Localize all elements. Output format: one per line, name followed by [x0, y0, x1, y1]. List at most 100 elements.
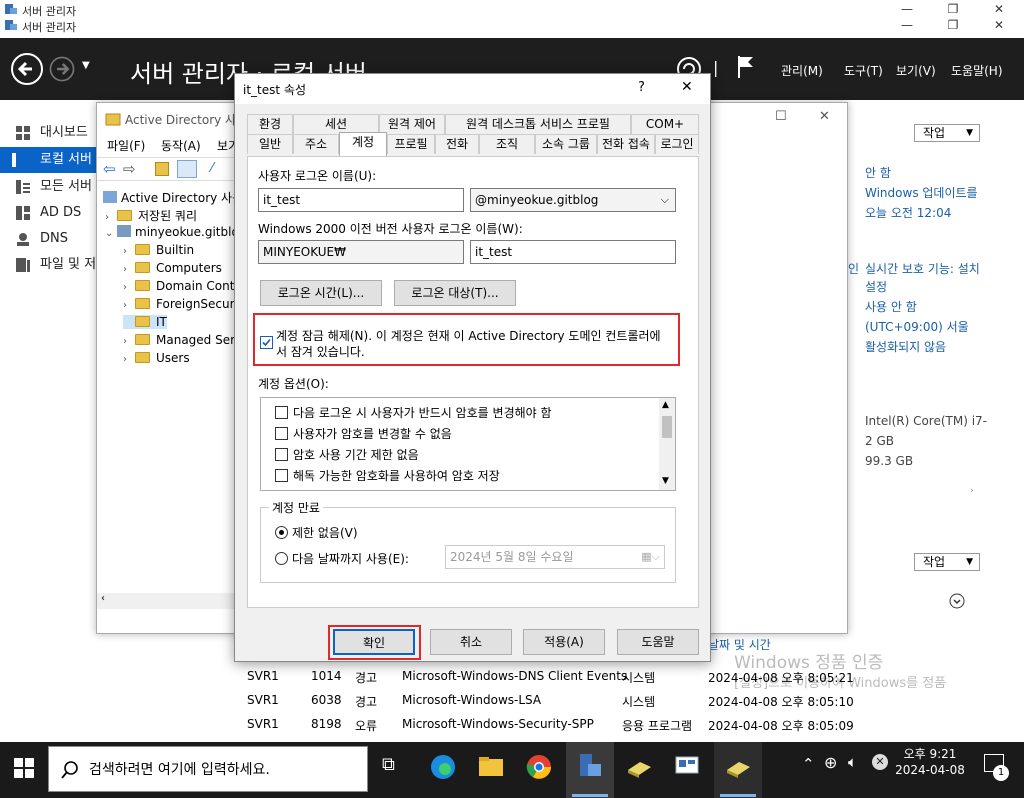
logon-to-button[interactable]: 로그온 대상(T)...	[394, 280, 516, 306]
error-icon[interactable]: ✕	[872, 754, 888, 770]
forward-arrow-icon[interactable]: ⇨	[123, 160, 136, 178]
end-of-radio[interactable]: 다음 날짜까지 사용(E):	[275, 550, 409, 567]
sidebar-item-local-server[interactable]: 로컬 서버	[0, 147, 96, 173]
tab-rds-profile[interactable]: 원격 데스크톱 서비스 프로필	[445, 114, 631, 134]
remote-desktop-icon[interactable]	[672, 752, 702, 782]
tab-profile[interactable]: 프로필	[387, 134, 435, 154]
tool-icon[interactable]: ⁄	[211, 161, 213, 176]
property-value[interactable]: 사용 안 함	[865, 298, 917, 315]
sidebar-item-ad-ds[interactable]: AD DS	[0, 200, 96, 226]
tab-member-of[interactable]: 소속 그룹	[535, 134, 597, 154]
back-arrow-icon[interactable]: ⇦	[103, 160, 116, 178]
never-expires-radio[interactable]: 제한 없음(V)	[275, 524, 358, 541]
notification-center-icon[interactable]: 1	[984, 754, 1009, 781]
tab-organization[interactable]: 조직	[479, 134, 535, 154]
tree-root[interactable]: Active Directory 사용	[103, 189, 243, 206]
chrome-icon[interactable]	[524, 752, 554, 782]
apply-button[interactable]: 적용(A)	[523, 629, 605, 655]
tab-logon[interactable]: 로그인	[655, 134, 699, 154]
ad-menu-action[interactable]: 동작(A)	[161, 137, 201, 154]
ad-maximize-icon[interactable]: ☐	[775, 109, 787, 124]
scroll-left-icon[interactable]: ‹	[101, 593, 105, 604]
tab-com[interactable]: COM+	[631, 114, 699, 134]
sidebar-item-dashboard[interactable]: 대시보드	[0, 120, 96, 146]
close-icon[interactable]: ✕	[976, 18, 1022, 36]
tree-scrollbar[interactable]: ‹	[97, 593, 237, 609]
edge-icon[interactable]	[428, 752, 458, 782]
cancel-button[interactable]: 취소	[430, 629, 512, 655]
network-icon[interactable]: ⊕	[824, 753, 837, 772]
history-dropdown-icon[interactable]: ▼	[82, 60, 90, 71]
tree-item-domain[interactable]: ⌄ minyeokue.gitblog	[105, 225, 246, 239]
clock[interactable]: 오후 9:21 2024-04-08	[890, 746, 970, 778]
tree-item-domain-controllers[interactable]: › Domain Cont	[123, 279, 234, 293]
help-icon[interactable]: ?	[638, 80, 645, 95]
options-scrollbar[interactable]: ▲ ▼	[659, 398, 675, 490]
property-value[interactable]: 실시간 보호 기능: 설치	[865, 260, 980, 277]
tree-item-foreign-security[interactable]: › ForeignSecuri	[123, 297, 238, 311]
expiry-date-picker[interactable]: 2024년 5월 8일 수요일 ▦⌵	[445, 545, 665, 569]
property-value[interactable]: 설정	[865, 278, 887, 295]
sidebar-item-dns[interactable]: DNS	[0, 226, 96, 252]
tab-account[interactable]: 계정	[339, 132, 387, 156]
list-item[interactable]: 암호 사용 기간 제한 없음	[275, 446, 419, 463]
taskbar-server-manager[interactable]	[566, 742, 614, 798]
ad-menu-file[interactable]: 파일(F)	[107, 137, 145, 154]
tab-environment[interactable]: 환경	[247, 114, 293, 134]
menu-manage[interactable]: 관리(M)	[781, 62, 823, 79]
scroll-thumb[interactable]	[662, 416, 672, 438]
help-button[interactable]: 도움말	[617, 629, 699, 655]
sidebar-item-all-servers[interactable]: 모든 서버	[0, 174, 96, 200]
property-value[interactable]: Windows 업데이트를	[865, 184, 978, 201]
tree-item-saved-queries[interactable]: › 저장된 쿼리	[105, 207, 197, 224]
tree-item-users[interactable]: › Users	[123, 351, 190, 365]
menu-view[interactable]: 보기(V)	[896, 62, 936, 79]
tab-telephones[interactable]: 전화	[435, 134, 479, 154]
dialog-close-icon[interactable]: ✕	[681, 79, 693, 95]
expand-icon[interactable]	[949, 593, 965, 609]
tree-item-builtin[interactable]: › Builtin	[123, 243, 194, 257]
tab-general[interactable]: 일반	[247, 134, 293, 154]
property-value[interactable]: 안 함	[865, 164, 891, 181]
menu-tools[interactable]: 도구(T)	[844, 62, 883, 79]
tree-item-it[interactable]: IT	[123, 315, 167, 329]
forward-icon[interactable]	[48, 55, 76, 83]
tab-remote-control[interactable]: 원격 제어	[379, 114, 445, 134]
property-value[interactable]: (UTC+09:00) 서울	[865, 318, 969, 335]
minimize-icon[interactable]: —	[884, 18, 930, 36]
logon-name-input[interactable]: it_test	[258, 188, 464, 212]
scroll-right-icon[interactable]: ›	[970, 486, 974, 496]
property-value[interactable]: 오늘 오전 12:04	[865, 204, 951, 221]
file-explorer-icon[interactable]	[476, 752, 506, 782]
sidebar-item-file-storage[interactable]: 파일 및 저장소	[0, 252, 96, 278]
notifications-flag-icon[interactable]	[736, 54, 756, 80]
tab-sessions[interactable]: 세션	[293, 114, 379, 134]
property-value[interactable]: 활성화되지 않음	[865, 338, 946, 355]
tasks-dropdown[interactable]: 작업 ▼	[914, 124, 980, 142]
tab-dial-in[interactable]: 전화 접속	[597, 134, 655, 154]
start-windows-icon[interactable]	[14, 758, 34, 778]
list-item[interactable]: 사용자가 암호를 변경할 수 없음	[275, 425, 452, 442]
taskbar-search[interactable]: 검색하려면 여기에 입력하세요.	[48, 746, 368, 792]
back-icon[interactable]	[10, 52, 44, 86]
events-tasks-dropdown[interactable]: 작업 ▼	[914, 553, 980, 571]
restore-icon[interactable]: ❐	[930, 18, 976, 36]
volume-muted-icon[interactable]: 🔈︎	[848, 753, 857, 771]
tree-item-computers[interactable]: › Computers	[123, 261, 222, 275]
list-item[interactable]: 다음 로그온 시 사용자가 반드시 암호를 변경해야 함	[275, 404, 552, 421]
task-view-icon[interactable]: ⧉	[382, 754, 395, 775]
menu-help[interactable]: 도움말(H)	[951, 62, 1003, 79]
up-folder-icon[interactable]	[155, 162, 169, 176]
show-tree-icon[interactable]	[177, 160, 197, 178]
list-item[interactable]: 해독 가능한 암호화를 사용하여 암호 저장	[275, 467, 500, 484]
tab-address[interactable]: 주소	[293, 134, 339, 154]
pre2000-name-input[interactable]: it_test	[470, 240, 676, 264]
logon-hours-button[interactable]: 로그온 시간(L)...	[260, 280, 382, 306]
scroll-up-icon[interactable]: ▲	[662, 400, 669, 410]
tree-item-managed-service[interactable]: › Managed Serv	[123, 333, 242, 347]
chevron-up-icon[interactable]: ⌃	[802, 755, 815, 773]
ad-users-icon[interactable]	[624, 752, 654, 782]
ad-close-icon[interactable]: ✕	[819, 109, 830, 124]
scroll-down-icon[interactable]: ▼	[662, 476, 669, 486]
upn-suffix-select[interactable]: @minyeokue.gitblog ⌵	[470, 188, 676, 212]
